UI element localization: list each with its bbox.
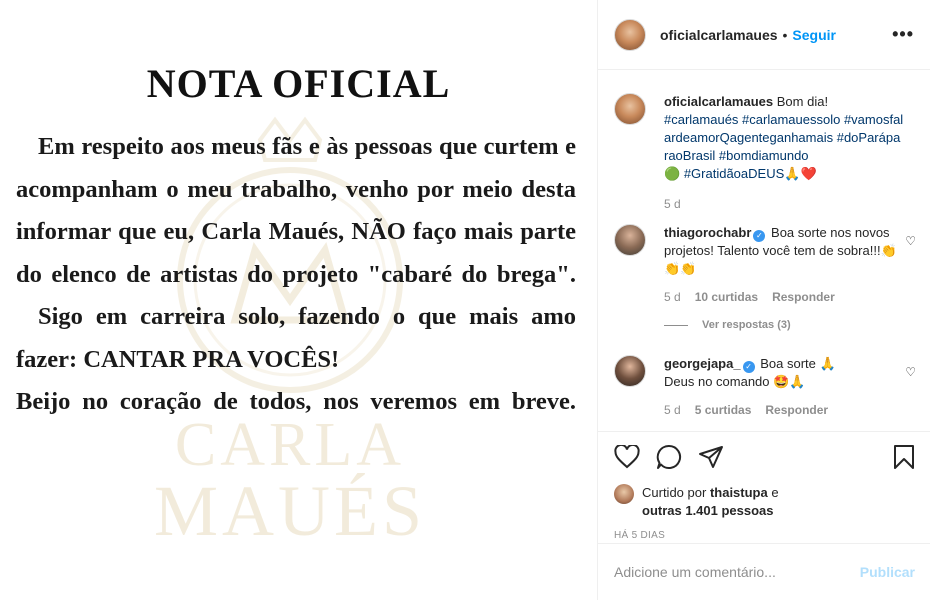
action-icons	[614, 442, 915, 472]
comment-input[interactable]	[614, 564, 860, 580]
comments-list[interactable]: oficialcarlamaues Bom dia! #carlamaués #…	[598, 71, 930, 431]
caption: oficialcarlamaues Bom dia! #carlamaués #…	[614, 93, 916, 213]
commenter-avatar[interactable]	[614, 355, 646, 387]
caption-hashtag-last[interactable]: #GratidãoaDEUS	[684, 166, 784, 181]
comment-item: georgejapa_ ✓ Boa sorte 🙏 Deus no comando…	[614, 355, 916, 419]
liked-by-conj: e	[771, 485, 779, 500]
reply-button[interactable]: Responder	[765, 401, 828, 419]
commenter-avatar[interactable]	[614, 224, 646, 256]
comment-text: thiagorochabr ✓ Boa sorte nos novos proje…	[664, 224, 898, 278]
comment-item: thiagorochabr ✓ Boa sorte nos novos proje…	[614, 224, 916, 334]
publish-button[interactable]: Publicar	[860, 564, 915, 580]
liked-by: Curtido por thaistupa e outras 1.401 pes…	[614, 484, 915, 520]
comment-likes[interactable]: 5 curtidas	[695, 401, 752, 419]
comment-time[interactable]: 5 d	[664, 401, 681, 419]
add-comment-bar: Publicar	[598, 543, 930, 600]
comment-like-heart-icon[interactable]: ♡	[905, 234, 916, 248]
green-circle-emoji: 🟢	[664, 166, 681, 181]
post-actions: Curtido por thaistupa e outras 1.401 pes…	[598, 431, 930, 543]
caption-greeting: Bom dia!	[776, 94, 829, 109]
post-timestamp[interactable]: HÁ 5 DIAS	[614, 530, 915, 541]
follow-button[interactable]: Seguir	[792, 27, 836, 43]
liked-by-others[interactable]: outras 1.401 pessoas	[642, 503, 774, 518]
view-replies-label: Ver respostas (3)	[702, 319, 791, 331]
note-title: NOTA OFICIAL	[146, 61, 451, 106]
verified-badge-icon: ✓	[753, 230, 766, 242]
liked-by-avatar[interactable]	[614, 484, 634, 504]
more-options-icon[interactable]: •••	[892, 24, 914, 45]
comment-username[interactable]: thiagorochabr	[664, 225, 751, 240]
caption-hashtags-1[interactable]: #carlamaués #carlamauessolo	[664, 112, 840, 127]
comment-like-heart-icon[interactable]: ♡	[905, 365, 916, 379]
replies-divider	[664, 324, 688, 326]
comment-body-line1: Boa sorte 🙏	[760, 356, 836, 371]
liked-by-user[interactable]: thaistupa	[710, 485, 768, 500]
post-image[interactable]: CARLA MAUÉS NOTA OFICIAL Em respeito aos…	[0, 0, 597, 600]
author-avatar[interactable]	[614, 18, 646, 51]
view-replies[interactable]: Ver respostas (3)	[664, 316, 898, 334]
share-direct-icon[interactable]	[698, 445, 724, 469]
author-username[interactable]: oficialcarlamaues	[660, 27, 778, 43]
caption-time[interactable]: 5 d	[664, 195, 681, 213]
note-paragraph-2: Sigo em carreira solo, fazendo o que mai…	[16, 303, 576, 373]
caption-emojis: 🙏❤️	[784, 166, 817, 181]
reply-button[interactable]: Responder	[772, 288, 835, 306]
caption-avatar[interactable]	[614, 93, 646, 125]
post-header: oficialcarlamaues • Seguir •••	[598, 0, 930, 70]
comment-time[interactable]: 5 d	[664, 288, 681, 306]
like-heart-icon[interactable]	[614, 445, 640, 469]
watermark-line2: MAUÉS	[153, 471, 427, 551]
note-paragraph-1: Em respeito aos meus fãs e às pessoas qu…	[16, 133, 576, 288]
liked-by-prefix: Curtido por	[642, 485, 707, 500]
bookmark-icon[interactable]	[893, 444, 915, 470]
verified-badge-icon: ✓	[742, 361, 755, 373]
comment-text: georgejapa_ ✓ Boa sorte 🙏 Deus no comando…	[664, 355, 898, 391]
post-panel: oficialcarlamaues • Seguir ••• oficialca…	[597, 0, 930, 600]
note-paragraph-3: Beijo no coração de todos, nos veremos e…	[16, 388, 576, 415]
caption-text: oficialcarlamaues Bom dia! #carlamaués #…	[664, 93, 904, 183]
comment-likes[interactable]: 10 curtidas	[695, 288, 758, 306]
caption-username[interactable]: oficialcarlamaues	[664, 94, 773, 109]
note-body: Em respeito aos meus fãs e às pessoas qu…	[16, 126, 576, 424]
header-separator: •	[782, 26, 788, 43]
comment-bubble-icon[interactable]	[656, 444, 682, 470]
comment-username[interactable]: georgejapa_	[664, 356, 741, 371]
comment-body-line2: Deus no comando 🤩🙏	[664, 374, 806, 389]
